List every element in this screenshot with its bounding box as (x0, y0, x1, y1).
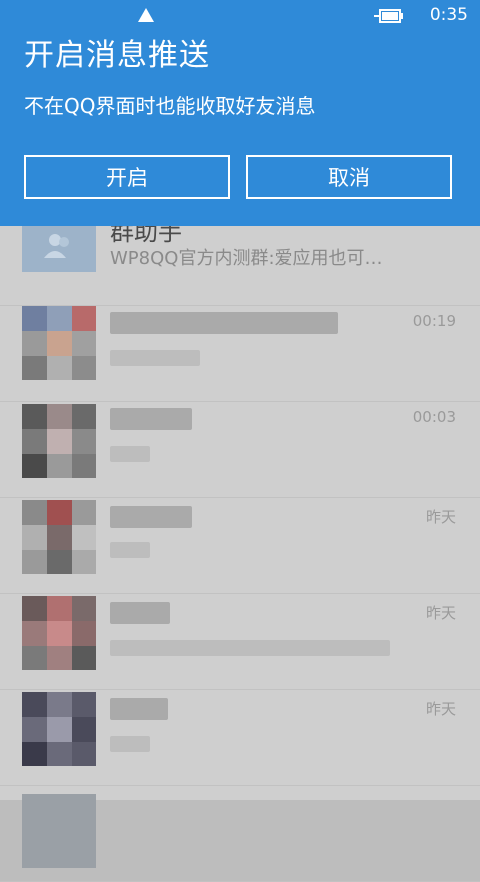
chat-time: 昨天 (425, 508, 456, 526)
battery-charging-icon (374, 9, 403, 23)
chat-time: 00:03 (412, 408, 456, 426)
avatar (22, 404, 96, 478)
list-item[interactable] (0, 786, 480, 882)
list-item-group-assistant[interactable]: 群助手 WP8QQ官方内测群:爱应用也可… (0, 218, 480, 306)
chat-name-redacted (110, 312, 338, 334)
chat-time: 昨天 (425, 700, 456, 718)
chat-name-redacted (110, 408, 192, 430)
chat-preview-redacted (110, 542, 150, 558)
chat-name-redacted (110, 698, 168, 720)
chat-list: 群助手 WP8QQ官方内测群:爱应用也可… 00:19 00:03 昨天 昨天 … (0, 218, 480, 882)
chat-time: 昨天 (425, 604, 456, 622)
chat-preview-redacted (110, 350, 200, 366)
status-bar: 0:35 (0, 0, 480, 32)
dialog-message: 不在QQ界面时也能收取好友消息 (24, 94, 316, 118)
avatar (22, 692, 96, 766)
signal-icon (138, 8, 154, 22)
chat-preview-redacted (110, 446, 150, 462)
list-item[interactable]: 昨天 (0, 498, 480, 594)
dialog-title: 开启消息推送 (24, 38, 210, 73)
chat-time: 00:19 (412, 312, 456, 330)
group-avatar (22, 218, 96, 272)
avatar (22, 306, 96, 380)
list-item[interactable]: 00:19 (0, 306, 480, 402)
cancel-button[interactable]: 取消 (246, 155, 452, 199)
chat-preview: WP8QQ官方内测群:爱应用也可… (110, 248, 383, 269)
group-icon (44, 234, 69, 258)
chat-name-redacted (110, 506, 192, 528)
chat-preview-redacted (110, 640, 390, 656)
enable-button[interactable]: 开启 (24, 155, 230, 199)
chat-name-redacted (110, 602, 170, 624)
avatar (22, 794, 96, 868)
list-item[interactable]: 昨天 (0, 594, 480, 690)
avatar (22, 596, 96, 670)
list-item[interactable]: 00:03 (0, 402, 480, 498)
status-clock: 0:35 (429, 5, 468, 25)
chat-preview-redacted (110, 736, 150, 752)
push-notification-dialog: 开启消息推送 不在QQ界面时也能收取好友消息 开启 取消 (0, 0, 480, 226)
avatar (22, 500, 96, 574)
list-item[interactable]: 昨天 (0, 690, 480, 786)
